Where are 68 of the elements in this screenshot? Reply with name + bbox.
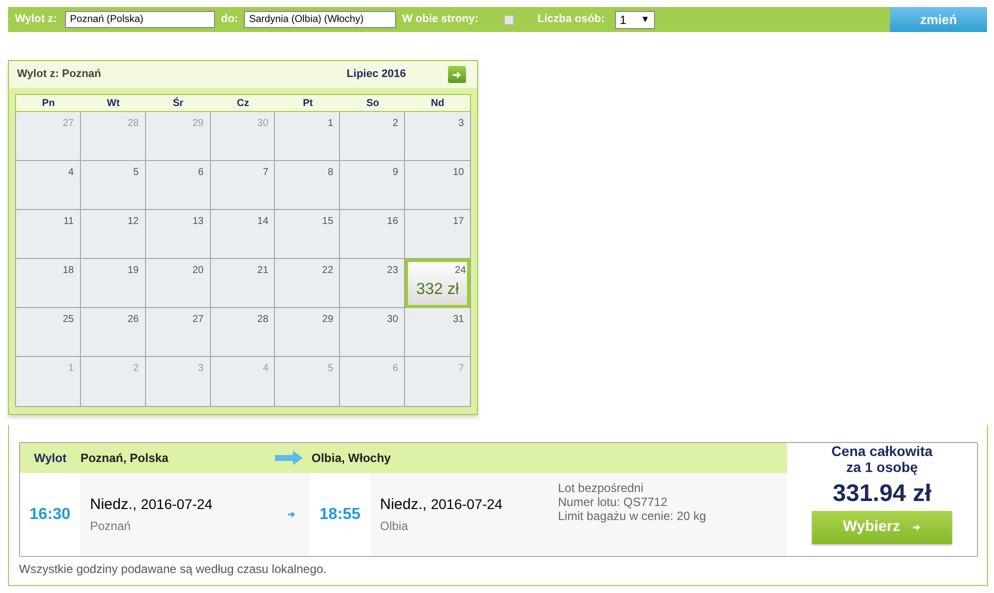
from-label: Wylot z: — [15, 12, 57, 28]
flight-detail: Lot bezpośredni — [558, 481, 644, 495]
calendar-day[interactable]: 27 — [146, 308, 211, 357]
calendar-day[interactable]: 20 — [146, 259, 211, 308]
arrow-right-icon — [275, 451, 304, 465]
calendar-day[interactable]: 8 — [275, 161, 340, 210]
calendar-day[interactable]: 13 — [146, 210, 211, 259]
month-label: Lipiec 2016 — [346, 67, 406, 82]
calendar-day[interactable]: 6 — [146, 161, 211, 210]
calendar-day[interactable]: 21 — [210, 259, 276, 308]
price-label: za 1 osobę — [846, 459, 918, 475]
arrival-city: Olbia — [380, 518, 410, 535]
persons-select[interactable]: 1 ▼ — [614, 10, 655, 28]
weekday-header: Wt — [106, 96, 121, 110]
calendar-day[interactable]: 14 — [210, 210, 276, 259]
destination-label: Olbia, Włochy — [311, 450, 391, 467]
calendar-day[interactable]: 5 — [80, 161, 146, 210]
calendar-day[interactable]: 7 — [210, 161, 276, 210]
round-trip-label: W obie strony: — [402, 12, 478, 28]
arrow-right-icon — [287, 510, 296, 519]
arrow-right-icon — [452, 70, 462, 80]
arrow-right-icon — [912, 523, 922, 532]
persons-label: Liczba osób: — [537, 12, 605, 28]
weekday-header: Pt — [302, 96, 314, 110]
weekday-header: Nd — [430, 96, 446, 110]
departure-header: Wylot — [34, 450, 66, 467]
round-trip-checkbox[interactable] — [504, 14, 514, 24]
arrival-time: 18:55 — [320, 504, 360, 524]
calendar-day[interactable]: 9 — [340, 161, 406, 210]
departure-date: Niedz., 2016-07-24 — [90, 495, 212, 516]
calendar-day[interactable]: 11 — [16, 210, 81, 259]
calendar-day[interactable]: 24 332 zł — [405, 259, 470, 308]
calendar-day[interactable]: 22 — [275, 259, 340, 308]
calendar-day[interactable]: 19 — [80, 259, 146, 308]
weekday-header: Pn — [41, 96, 56, 110]
calendar-day[interactable]: 28 — [210, 308, 276, 357]
weekday-header: So — [365, 96, 380, 110]
calendar-day[interactable]: 26 — [80, 308, 146, 357]
to-label: do: — [220, 12, 238, 28]
calendar-day[interactable]: 4 — [16, 161, 81, 210]
from-field[interactable]: Poznań (Polska) — [64, 11, 215, 28]
calendar-title: Wylot z: Poznań — [17, 67, 102, 82]
departure-time: 16:30 — [30, 504, 70, 524]
day-price: 332 zł — [416, 280, 459, 300]
departure-city: Poznań — [90, 518, 132, 535]
calendar-day[interactable]: 12 — [80, 210, 146, 259]
calendar-day[interactable]: 10 — [405, 161, 470, 210]
total-price: 331.94 zł — [832, 481, 932, 507]
footnote: Wszystkie godziny podawane są według czasu lokalnego. — [19, 561, 328, 578]
flight-detail: Numer lotu: QS7712 — [558, 495, 668, 509]
calendar-day[interactable]: 15 — [275, 210, 340, 259]
calendar-day[interactable]: 30 — [340, 308, 406, 357]
calendar-day[interactable]: 16 — [340, 210, 406, 259]
price-label: Cena całkowita — [831, 443, 933, 459]
origin-label: Poznań, Polska — [80, 450, 168, 467]
to-field[interactable]: Sardynia (Olbia) (Włochy) — [244, 11, 396, 28]
calendar-day[interactable]: 3 — [405, 112, 470, 161]
calendar-day[interactable]: 18 — [16, 259, 81, 308]
weekday-header: Cz — [236, 96, 250, 110]
next-month-button[interactable] — [448, 66, 466, 83]
calendar-day[interactable]: 25 — [16, 308, 81, 357]
weekday-header: Śr — [172, 96, 184, 110]
calendar-day[interactable]: 1 — [275, 112, 340, 161]
calendar-day[interactable]: 31 — [405, 308, 470, 357]
arrival-date: Niedz., 2016-07-24 — [380, 495, 502, 516]
flight-detail: Limit bagażu w cenie: 20 kg — [558, 509, 706, 523]
calendar-day[interactable]: 29 — [275, 308, 340, 357]
calendar-day[interactable]: 2 — [340, 112, 406, 161]
